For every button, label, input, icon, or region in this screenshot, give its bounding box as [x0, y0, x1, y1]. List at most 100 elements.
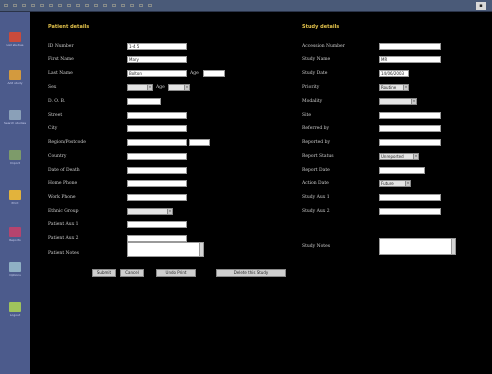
patient-details-title: Patient details: [48, 24, 90, 30]
age-field[interactable]: [203, 70, 225, 77]
study-aux2-field[interactable]: [379, 208, 441, 215]
toolbar-icon[interactable]: ▫: [93, 3, 99, 9]
id-field[interactable]: 1-4 5: [127, 43, 187, 50]
ethnic-group-select[interactable]: ▾: [127, 208, 173, 215]
first-name-field[interactable]: Mary: [127, 56, 187, 63]
patient-aux1-field[interactable]: [127, 221, 187, 228]
chevron-down-icon: ▾: [147, 85, 152, 90]
work-phone-label: Work Phone: [48, 195, 76, 200]
study-date-field[interactable]: 14/06/2003: [379, 70, 409, 77]
report-status-label: Report Status: [302, 154, 334, 159]
toolbar-icon[interactable]: ▫: [75, 3, 81, 9]
chevron-down-icon: ▾: [411, 99, 416, 104]
age-unit-label: Age: [156, 85, 165, 90]
study-name-label: Study Name: [302, 57, 331, 62]
dob-field[interactable]: [127, 98, 161, 105]
logout-icon[interactable]: [9, 302, 21, 312]
options-icon[interactable]: [9, 262, 21, 272]
patient-aux2-field[interactable]: [127, 235, 187, 242]
report-date-label: Report Date: [302, 168, 330, 173]
age-unit-select[interactable]: ▾: [168, 84, 190, 91]
home-phone-field[interactable]: [127, 180, 187, 187]
study-aux2-label: Study Aux 2: [302, 209, 330, 214]
region-label: Region/Postcode: [48, 140, 86, 145]
postcode-field[interactable]: [189, 139, 210, 146]
scrollbar[interactable]: [199, 243, 203, 256]
add-study-icon[interactable]: [9, 70, 21, 80]
reports-icon[interactable]: [9, 227, 21, 237]
city-field[interactable]: [127, 125, 187, 132]
sidebar-label-list[interactable]: List studies: [2, 44, 28, 47]
date-of-death-field[interactable]: [127, 167, 187, 174]
delete-study-button[interactable]: Delete this Study: [216, 269, 286, 277]
referred-by-label: Referred by: [302, 126, 330, 131]
referred-by-field[interactable]: [379, 125, 441, 132]
chevron-down-icon: ▾: [405, 181, 410, 186]
sidebar-label-logout[interactable]: Logout: [2, 314, 28, 317]
import-icon[interactable]: [9, 150, 21, 160]
toolbar-icon[interactable]: ▫: [39, 3, 45, 9]
toolbar-icon[interactable]: ▫: [111, 3, 117, 9]
site-field[interactable]: [379, 112, 441, 119]
toolbar-icon[interactable]: ▫: [48, 3, 54, 9]
toolbar-icon[interactable]: ▫: [102, 3, 108, 9]
toolbar-icon[interactable]: ▫: [138, 3, 144, 9]
first-name-label: First Name: [48, 57, 74, 62]
sidebar-label-search[interactable]: Search studies: [2, 122, 28, 125]
cancel-button[interactable]: Cancel: [120, 269, 144, 277]
study-date-label: Study Date: [302, 71, 328, 76]
sidebar-label-reports[interactable]: Reports: [2, 239, 28, 242]
patient-notes-textarea[interactable]: [127, 242, 204, 257]
toolbar-icon[interactable]: ▫: [21, 3, 27, 9]
toolbar-icon[interactable]: ▫: [66, 3, 72, 9]
sidebar-label-add[interactable]: Add study: [2, 82, 28, 85]
patient-aux2-label: Patient Aux 2: [48, 236, 79, 241]
toolbar-icon[interactable]: ▫: [12, 3, 18, 9]
scrollbar[interactable]: [451, 239, 455, 254]
sidebar-label-options[interactable]: Options: [2, 274, 28, 277]
city-label: City: [48, 126, 58, 131]
toolbar: ▫ ▫ ▫ ▫ ▫ ▫ ▫ ▫ ▫ ▫ ▫ ▫ ▫ ▫ ▫ ▫ ▫ ▪: [0, 0, 492, 12]
modality-select[interactable]: ▾: [379, 98, 417, 105]
site-label: Site: [302, 113, 311, 118]
toolbar-icon[interactable]: ▫: [3, 3, 9, 9]
region-field[interactable]: [127, 139, 187, 146]
priority-label: Priority: [302, 85, 320, 90]
list-studies-icon[interactable]: [9, 32, 21, 42]
reported-by-field[interactable]: [379, 139, 441, 146]
study-name-field[interactable]: MR: [379, 56, 441, 63]
report-date-field[interactable]: [379, 167, 425, 174]
toolbar-icon[interactable]: ▫: [120, 3, 126, 9]
country-field[interactable]: [127, 153, 187, 160]
action-date-select[interactable]: Future ▾: [379, 180, 411, 187]
street-field[interactable]: [127, 112, 187, 119]
toolbar-icon[interactable]: ▫: [147, 3, 153, 9]
toolbar-icon[interactable]: ▫: [84, 3, 90, 9]
accession-field[interactable]: [379, 43, 441, 50]
sidebar-label-print[interactable]: Print: [2, 202, 28, 205]
patient-notes-label: Patient Notes: [48, 251, 79, 256]
submit-button[interactable]: Submit: [92, 269, 116, 277]
priority-select[interactable]: Routine ▾: [379, 84, 409, 91]
action-date-label: Action Date: [302, 181, 329, 186]
age-label: Age: [190, 71, 199, 76]
study-aux1-field[interactable]: [379, 194, 441, 201]
sidebar-label-import[interactable]: Import: [2, 162, 28, 165]
window-button[interactable]: ▪: [476, 2, 486, 10]
last-name-field[interactable]: Bolton: [127, 70, 187, 77]
date-of-death-label: Date of Death: [48, 168, 80, 173]
study-notes-textarea[interactable]: [379, 238, 456, 255]
street-label: Street: [48, 113, 63, 118]
work-phone-field[interactable]: [127, 194, 187, 201]
sex-label: Sex: [48, 85, 57, 90]
report-status-select[interactable]: Unreported ▾: [379, 153, 419, 160]
undo-print-button[interactable]: Undo Print: [156, 269, 196, 277]
toolbar-icon[interactable]: ▫: [57, 3, 63, 9]
print-icon[interactable]: [9, 190, 21, 200]
accession-label: Accession Number: [302, 44, 345, 49]
dob-label: D. O. B.: [48, 99, 66, 104]
toolbar-icon[interactable]: ▫: [129, 3, 135, 9]
sex-select[interactable]: ▾: [127, 84, 153, 91]
search-icon[interactable]: [9, 110, 21, 120]
toolbar-icon[interactable]: ▫: [30, 3, 36, 9]
